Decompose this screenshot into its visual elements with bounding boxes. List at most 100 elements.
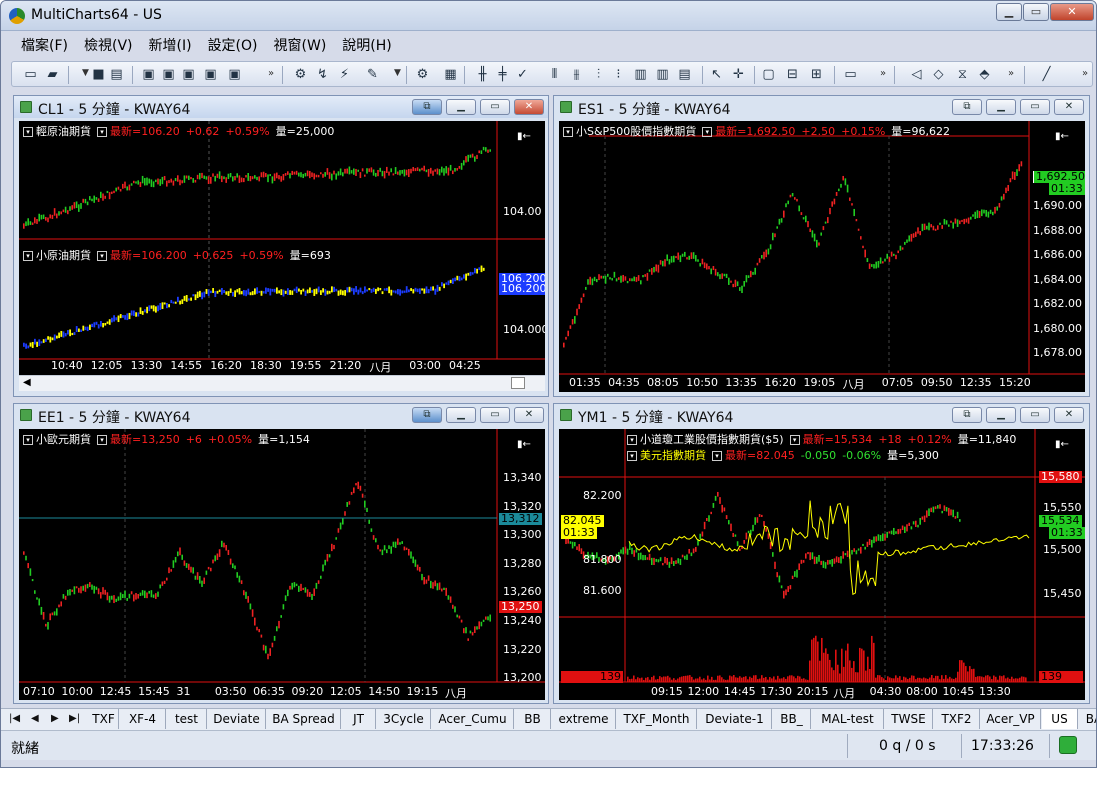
scroll-left-icon[interactable]: ◀ [23,377,31,388]
tab-3cycle[interactable]: 3Cycle [377,709,431,729]
chart-plot-area[interactable]: ▾ 小歐元期貨 ▾ 最新=13,250 +6 +0.05% 量=1,154 13,340 13,… [19,429,545,700]
dropdown-arrow-icon[interactable]: ▼ [82,68,89,78]
window3-icon[interactable]: ▣ [180,66,197,83]
box-icon[interactable]: ▤ [676,66,693,83]
hlc-icon[interactable]: ⫵ [568,66,585,83]
chart-plot-area[interactable]: ▾ 輕原油期貨 ▾ 最新=106.20 +0.62 +0.59% 量=25,000 ▾ 小原油期… [19,121,545,375]
tab-bb-[interactable]: BB_ [773,709,811,729]
line-icon[interactable]: ✓ [514,66,531,83]
draw-dropdown-icon[interactable]: ▼ [394,68,401,78]
window5-icon[interactable]: ▣ [226,66,243,83]
draw-icon[interactable]: ✎ [364,66,381,83]
tab-first-icon[interactable]: |◀ [9,713,20,724]
connection-status-icon[interactable] [1059,736,1077,754]
strategy-icon[interactable]: ↯ [314,66,331,83]
chart-close-button[interactable]: ✕ [514,99,544,115]
chart-window-cl1[interactable]: CL1 - 5 分鐘 - KWAY64 ⧉ ▁ ▭ ✕ ▾ 輕原油期貨 ▾ 最新=10… [13,95,549,397]
dom-icon[interactable]: ▦ [442,66,459,83]
data-window-icon[interactable]: ▭ [842,66,859,83]
chart-maximize-button[interactable]: ▭ [480,99,510,115]
menu-insert[interactable]: 新增(I) [141,35,200,57]
tab-test[interactable]: test [167,709,207,729]
horizontal-scrollbar[interactable]: ◀ [19,375,545,391]
chart-minimize-button[interactable]: ▁ [446,99,476,115]
close-button[interactable]: ✕ [1050,3,1094,21]
tab-twse[interactable]: TWSE [885,709,933,729]
chart-window-es1[interactable]: ES1 - 5 分鐘 - KWAY64 ⧉ ▁ ▭ ✕ ▾ 小S&P500股價指數… [553,95,1090,397]
chart-plot-area[interactable]: ▾ 小道瓊工業股價指數期貨($5) ▾ 最新=15,534 +18 +0.12% 量=11,… [559,429,1085,700]
chart-minimize-button[interactable]: ▁ [446,407,476,423]
axis-menu-icon[interactable]: ▮← [517,439,531,450]
axis-menu-icon[interactable]: ▮← [517,131,531,142]
window4-icon[interactable]: ▣ [202,66,219,83]
toolbar-overflow-icon[interactable]: » [268,68,274,79]
window-icon[interactable]: ▣ [140,66,157,83]
tab-bb[interactable]: BB [515,709,551,729]
tab-mal-test[interactable]: MAL-test [812,709,884,729]
crosshair-icon[interactable]: ✛ [730,66,747,83]
compress-icon[interactable]: ⧖ [954,66,971,83]
trendline-icon[interactable]: ╱ [1038,66,1055,83]
comment-icon[interactable]: ▢ [760,66,777,83]
open-icon[interactable]: ▰ [44,66,61,83]
toolbar-overflow-icon[interactable]: » [1082,68,1088,79]
chart-minimize-button[interactable]: ▁ [986,407,1016,423]
bar-chart-icon[interactable]: ╫ [474,66,491,83]
window2-icon[interactable]: ▣ [160,66,177,83]
expand-icon[interactable]: ⬘ [976,66,993,83]
kagi-icon[interactable]: ⫶ [590,66,607,83]
menu-window[interactable]: 視窗(W) [266,35,335,57]
tab-prev-icon[interactable]: ◀ [31,713,39,724]
chart-format-button[interactable]: ⧉ [952,407,982,423]
range-icon[interactable]: ▥ [654,66,671,83]
tab-acer-vp[interactable]: Acer_VP [981,709,1041,729]
renko-icon[interactable]: ▥ [632,66,649,83]
chart-format-button[interactable]: ⧉ [412,407,442,423]
menu-settings[interactable]: 設定(O) [200,35,266,57]
tab-extreme[interactable]: extreme [552,709,616,729]
scroll-both-icon[interactable]: ◇ [930,66,947,83]
tab-ba-sp[interactable]: BA Sp [1079,709,1096,729]
save-icon[interactable]: ■ [90,66,107,83]
ohlc-icon[interactable]: ⫴ [546,66,563,83]
toolbar-overflow-icon[interactable]: » [880,68,886,79]
toolbar-overflow-icon[interactable]: » [1008,68,1014,79]
pf-icon[interactable]: ⁝ [610,66,627,83]
chart-close-button[interactable]: ✕ [514,407,544,423]
tab-ba-spread[interactable]: BA Spread [267,709,341,729]
chart-maximize-button[interactable]: ▭ [1020,99,1050,115]
tab-deviate-1[interactable]: Deviate-1 [698,709,772,729]
tab-txf2[interactable]: TXF2 [934,709,980,729]
chart-format-button[interactable]: ⧉ [412,99,442,115]
tab-txf-month[interactable]: TXF_Month [617,709,697,729]
tab-next-icon[interactable]: ▶ [51,713,59,724]
tab-acer-cumu[interactable]: Acer_Cumu [432,709,514,729]
cursor-icon[interactable]: ↖ [708,66,725,83]
minimize-button[interactable]: ▁ [996,3,1022,21]
zoom-out-icon[interactable]: ⊟ [784,66,801,83]
tab-last-icon[interactable]: ▶| [69,713,80,724]
chart-window-ym1[interactable]: YM1 - 5 分鐘 - KWAY64 ⧉ ▁ ▭ ✕ ▾ 小道瓊工業股價指數期貨… [553,403,1090,704]
tab-txf[interactable]: TXF [89,709,119,729]
menu-view[interactable]: 檢視(V) [76,35,141,57]
chart-format-button[interactable]: ⧉ [952,99,982,115]
chart-maximize-button[interactable]: ▭ [480,407,510,423]
scroll-thumb[interactable] [511,377,525,389]
tab-us[interactable]: US [1042,709,1078,729]
new-chart-icon[interactable]: ▭ [22,66,39,83]
tab-xf-4[interactable]: XF-4 [120,709,166,729]
chart-minimize-button[interactable]: ▁ [986,99,1016,115]
scroll-left-icon[interactable]: ◁ [908,66,925,83]
chart-close-button[interactable]: ✕ [1054,99,1084,115]
indicator-icon[interactable]: ⚙ [292,66,309,83]
candle-icon[interactable]: ╪ [494,66,511,83]
chart-window-ee1[interactable]: EE1 - 5 分鐘 - KWAY64 ⧉ ▁ ▭ ✕ ▾ 小歐元期貨 ▾ 最新=13… [13,403,549,704]
axis-menu-icon[interactable]: ▮← [1055,131,1069,142]
axis-menu-icon[interactable]: ▮← [1055,439,1069,450]
print-icon[interactable]: ▤ [108,66,125,83]
chart-close-button[interactable]: ✕ [1054,407,1084,423]
maximize-button[interactable]: ▭ [1023,3,1049,21]
zoom-in-icon[interactable]: ⊞ [808,66,825,83]
menu-help[interactable]: 說明(H) [334,35,399,57]
tab-jt[interactable]: JT [342,709,376,729]
